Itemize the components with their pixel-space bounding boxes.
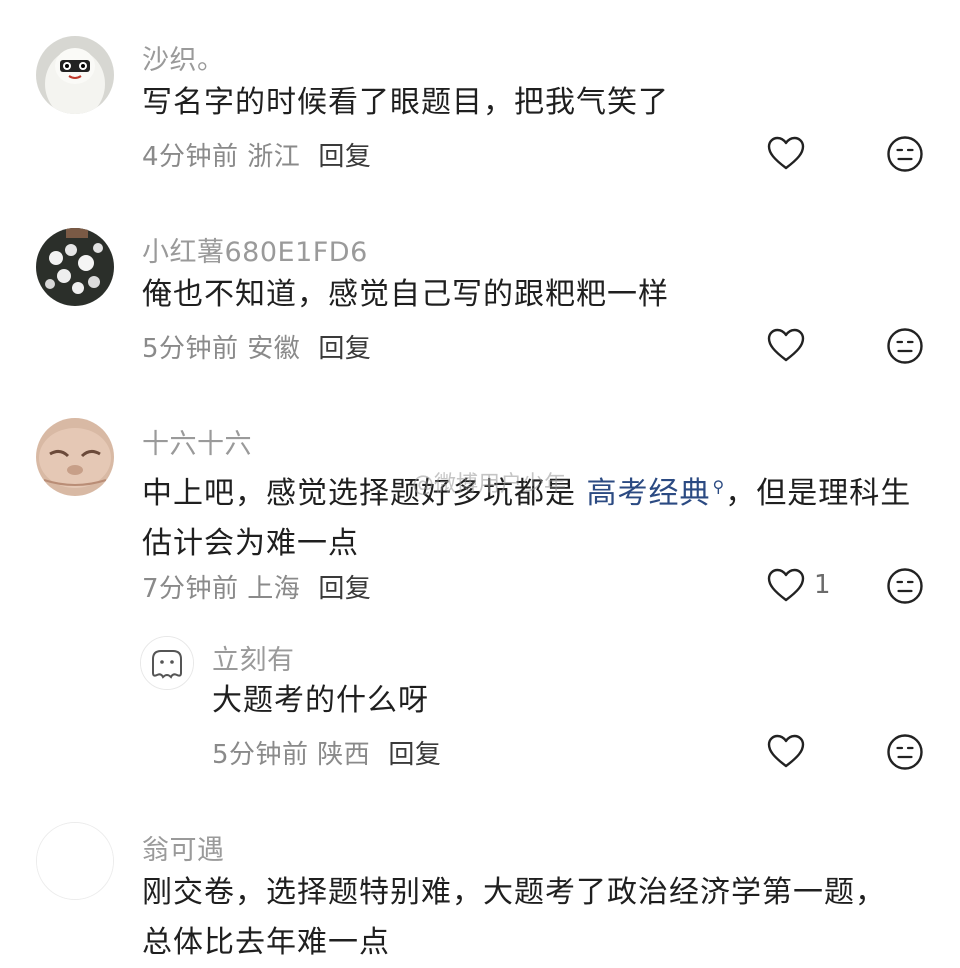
time-location: 5分钟前 安徽 xyxy=(142,334,301,364)
reply-button[interactable]: 回复 xyxy=(318,142,371,172)
avatar[interactable] xyxy=(36,228,114,306)
comment-text: 大题考的什么呀 xyxy=(212,683,429,718)
meh-face-icon[interactable] xyxy=(885,732,925,772)
comment-text: 中上吧，感觉选择题好多坑都是 高考经典 ⚲，但是理科生估计会为难一点 xyxy=(142,462,912,569)
search-icon[interactable]: ⚲ xyxy=(713,462,726,512)
comment-text-part: 中上吧，感觉选择题好多坑都是 xyxy=(142,476,587,511)
comment-meta: 7分钟前 上海 回复 xyxy=(142,568,371,605)
time-location: 7分钟前 上海 xyxy=(142,574,301,604)
commenter-name[interactable]: 十六十六 xyxy=(142,422,252,461)
commenter-name[interactable]: 翁可遇 xyxy=(142,828,225,867)
comment-text: 写名字的时候看了眼题目，把我气笑了 xyxy=(142,85,669,120)
comment-meta: 4分钟前 浙江 回复 xyxy=(142,136,371,173)
meh-face-icon[interactable] xyxy=(885,326,925,366)
time-location: 4分钟前 浙江 xyxy=(142,142,301,172)
avatar[interactable] xyxy=(36,822,114,900)
heart-outline-icon[interactable] xyxy=(766,732,806,772)
commenter-name[interactable]: 立刻有 xyxy=(212,638,295,677)
heart-outline-icon[interactable] xyxy=(766,566,806,606)
time-location: 5分钟前 陕西 xyxy=(212,740,371,770)
avatar[interactable] xyxy=(36,418,114,496)
reply-button[interactable]: 回复 xyxy=(318,574,371,604)
avatar[interactable] xyxy=(140,636,194,690)
meh-face-icon[interactable] xyxy=(885,566,925,606)
commenter-name[interactable]: 沙织。 xyxy=(142,38,225,77)
reply-button[interactable]: 回复 xyxy=(318,334,371,364)
avatar[interactable] xyxy=(36,36,114,114)
comment-meta: 5分钟前 安徽 回复 xyxy=(142,328,371,365)
heart-outline-icon[interactable] xyxy=(766,326,806,366)
comment-meta: 5分钟前 陕西 回复 xyxy=(212,734,441,771)
search-link[interactable]: 高考经典 xyxy=(587,476,711,511)
heart-outline-icon[interactable] xyxy=(766,134,806,174)
commenter-name[interactable]: 小红薯680E1FD6 xyxy=(142,230,368,269)
meh-face-icon[interactable] xyxy=(885,134,925,174)
comment-text: 刚交卷，选择题特别难，大题考了政治经济学第一题，总体比去年难一点 xyxy=(142,875,886,960)
reply-button[interactable]: 回复 xyxy=(388,740,441,770)
comment-text: 俺也不知道，感觉自己写的跟粑粑一样 xyxy=(142,277,669,312)
like-count: 1 xyxy=(814,570,831,600)
